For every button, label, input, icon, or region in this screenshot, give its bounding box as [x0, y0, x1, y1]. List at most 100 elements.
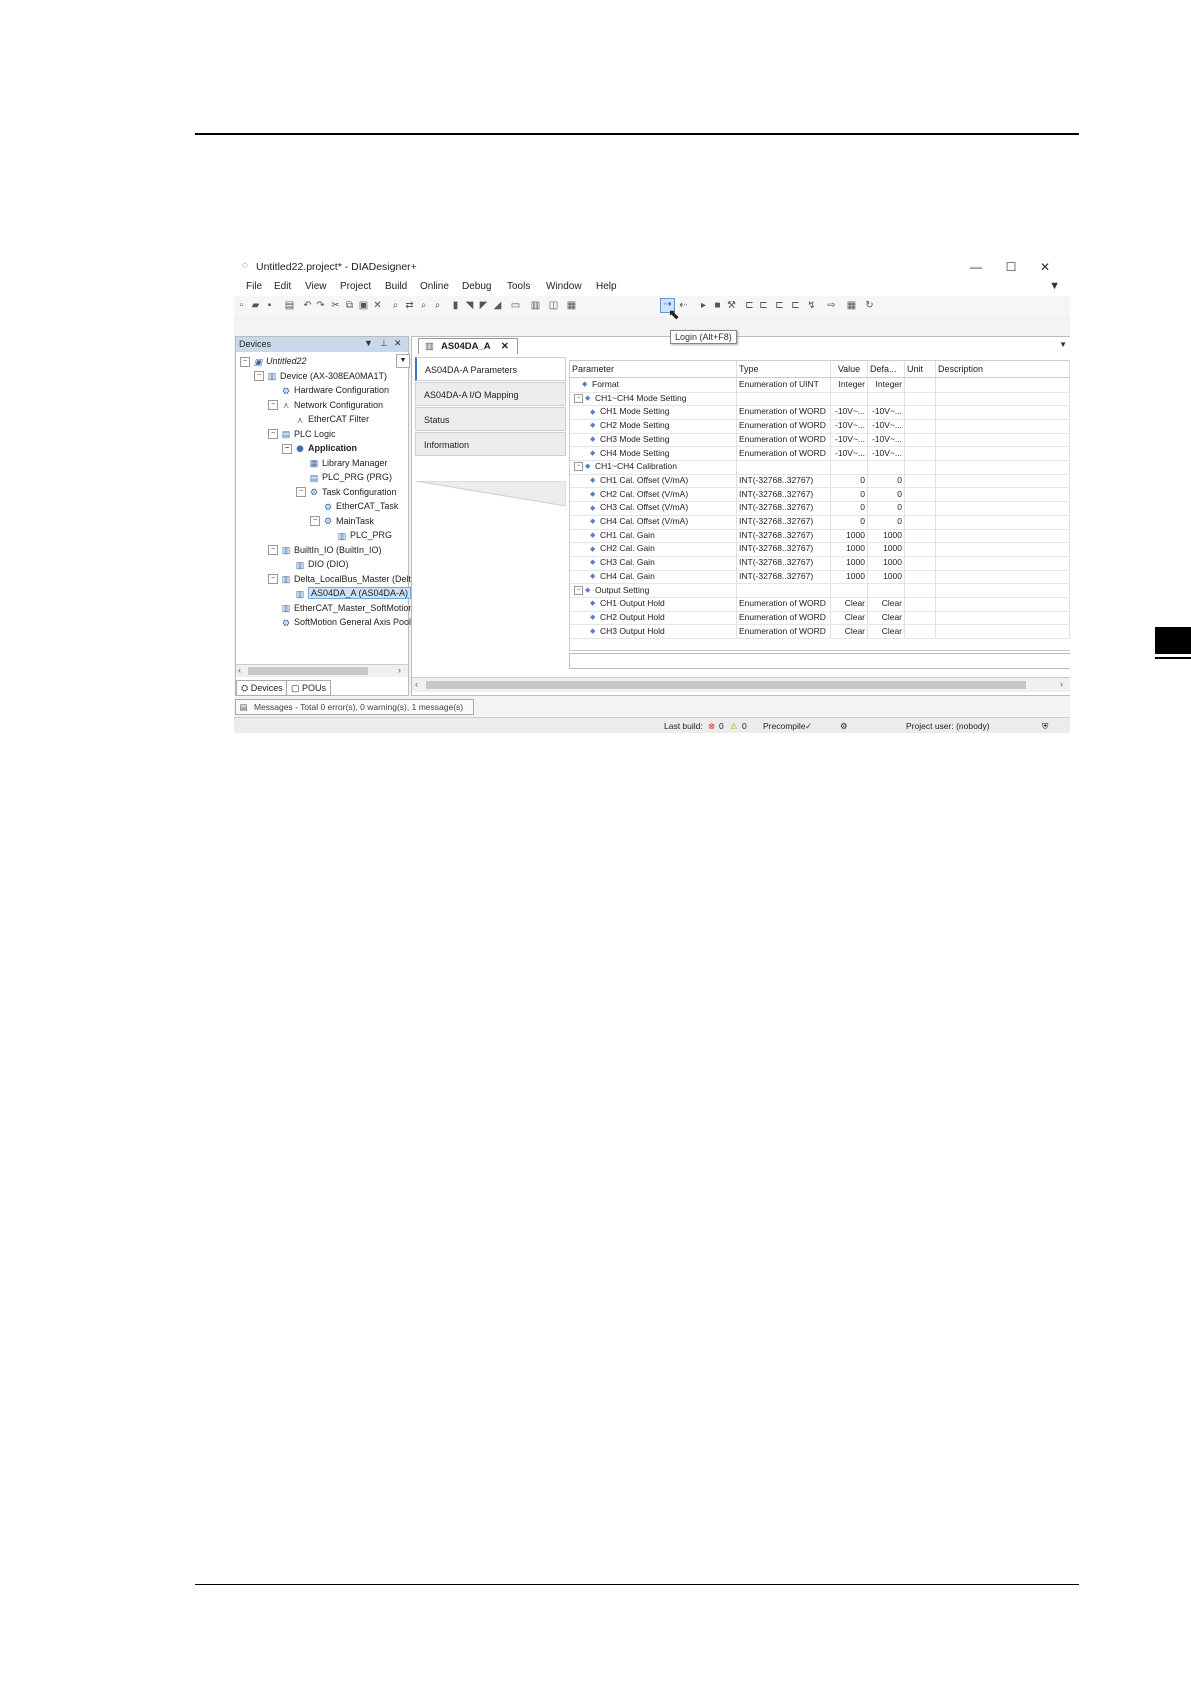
tab-close-icon[interactable]: ✕ — [501, 341, 509, 352]
find-next-icon[interactable]: ⌕ — [418, 300, 429, 311]
step-out-icon[interactable]: ⊏ — [790, 300, 801, 311]
panel-close-icon[interactable]: ✕ — [394, 338, 402, 349]
maximize-button[interactable]: ☐ — [996, 258, 1026, 276]
print-icon[interactable]: ▤ — [284, 300, 295, 311]
parameter-row[interactable]: ◆ CH4 Mode Setting Enumeration of WORD -10V… — [570, 446, 1070, 461]
parameter-group-row[interactable]: − ◆ CH1~CH4 Mode Setting — [570, 391, 1070, 407]
tree-node[interactable]: ▥ PLC_PRG — [324, 528, 392, 542]
security-icon[interactable]: ⛨ — [1042, 718, 1048, 733]
tree-node[interactable]: − ▥ Device (AX-308EA0MA1T) — [254, 369, 387, 383]
parameter-row[interactable]: ◆ CH3 Output Hold Enumeration of WORD Clear… — [570, 624, 1070, 640]
editor-horizontal-scrollbar[interactable]: ‹ › — [412, 677, 1070, 692]
parameter-row[interactable]: ◆ CH2 Output Hold Enumeration of WORD Clear… — [570, 610, 1070, 626]
subtab-io-mapping[interactable]: AS04DA-A I/O Mapping — [415, 382, 566, 406]
cut-icon[interactable]: ✂ — [330, 300, 341, 311]
bookmark-clear-icon[interactable]: ◢ — [492, 300, 503, 311]
scroll-thumb[interactable] — [248, 667, 368, 675]
delete-icon[interactable]: ✕ — [372, 300, 383, 311]
tree-node[interactable]: − ✺ Application — [282, 441, 357, 455]
tree-collapse-icon[interactable]: − — [296, 487, 306, 498]
paste-icon[interactable]: ▣ — [358, 300, 369, 311]
panel-dropdown-icon[interactable]: ▼ — [364, 338, 373, 348]
tree-node[interactable]: ⚙ EtherCAT_Task — [310, 499, 398, 513]
minimize-button[interactable]: — — [961, 258, 991, 276]
scroll-left-icon[interactable]: ‹ — [238, 665, 241, 675]
tree-collapse-icon[interactable]: − — [282, 443, 292, 454]
close-button[interactable]: ✕ — [1030, 258, 1060, 276]
group-collapse-icon[interactable]: − — [574, 462, 583, 472]
parameter-group-row[interactable]: − ◆ CH1~CH4 Calibration — [570, 460, 1070, 475]
copy-icon[interactable]: ⧉ — [344, 300, 355, 311]
parameter-row[interactable]: ◆ Format Enumeration of UINT Integer Integer — [570, 378, 1070, 393]
undo-icon[interactable]: ↶ — [302, 300, 313, 311]
menu-debug[interactable]: Debug — [462, 281, 491, 292]
run-icon[interactable]: ▸ — [698, 300, 709, 311]
parameter-row[interactable]: ◆ CH4 Cal. Gain INT(-32768..32767) 1000 1000 — [570, 569, 1070, 585]
tree-collapse-icon[interactable]: − — [240, 356, 250, 367]
editor-tabs-dropdown-icon[interactable]: ▼ — [1059, 340, 1067, 349]
subtab-status[interactable]: Status — [415, 407, 566, 431]
tree-node[interactable]: ▥ DIO (DIO) — [282, 557, 349, 571]
column-header-unit[interactable]: Unit — [905, 361, 936, 377]
column-header-value[interactable]: Value — [831, 361, 868, 377]
tab-devices[interactable]: ⛭ Devices — [236, 680, 288, 696]
find-icon[interactable]: ⌕ — [390, 300, 401, 311]
menu-window[interactable]: Window — [546, 281, 582, 292]
replace-icon[interactable]: ⇄ — [404, 300, 415, 311]
menu-build[interactable]: Build — [385, 281, 407, 292]
parameter-row[interactable]: ◆ CH1 Output Hold Enumeration of WORD Clear… — [570, 597, 1070, 612]
refresh-icon[interactable]: ↻ — [864, 300, 875, 311]
tree-node[interactable]: ▤ PLC_PRG (PRG) — [296, 470, 392, 484]
menu-online[interactable]: Online — [420, 281, 449, 292]
tree-node[interactable]: − ⚙ MainTask — [310, 514, 374, 528]
save-icon[interactable]: ▪ — [264, 300, 275, 311]
add-object-icon[interactable]: ◫ — [548, 300, 559, 311]
new-project-icon[interactable]: ▫ — [236, 300, 247, 311]
parameter-row[interactable]: ◆ CH2 Cal. Gain INT(-32768..32767) 1000 1000 — [570, 542, 1070, 557]
tree-node[interactable]: − ⋏ Network Configuration — [268, 398, 383, 412]
scroll-right-icon[interactable]: › — [398, 665, 401, 675]
editor-scroll-thumb[interactable] — [426, 681, 1026, 689]
tree-collapse-icon[interactable]: − — [268, 574, 278, 585]
build-icon[interactable]: ▥ — [530, 300, 541, 311]
parameter-row[interactable]: ◆ CH3 Mode Setting Enumeration of WORD -10V… — [570, 432, 1070, 448]
parameter-row[interactable]: ◆ CH4 Cal. Offset (V/mA) INT(-32768..32767… — [570, 515, 1070, 530]
menu-view[interactable]: View — [305, 281, 327, 292]
tree-collapse-icon[interactable]: − — [310, 516, 320, 527]
subtab-information[interactable]: Information — [415, 432, 566, 456]
tree-node[interactable]: ▦ Library Manager — [296, 456, 388, 470]
editor-scroll-left-icon[interactable]: ‹ — [415, 679, 418, 689]
tree-dropdown-icon[interactable]: ▼ — [396, 354, 410, 368]
menu-project[interactable]: Project — [340, 281, 371, 292]
bookmark-next-icon[interactable]: ◥ — [464, 300, 475, 311]
subtab-parameters[interactable]: AS04DA-A Parameters — [415, 357, 566, 381]
menu-tools[interactable]: Tools — [507, 281, 530, 292]
filter-icon[interactable]: ▼ — [1049, 280, 1060, 292]
bookmark-prev-icon[interactable]: ◤ — [478, 300, 489, 311]
redo-icon[interactable]: ↷ — [315, 300, 326, 311]
column-header-default[interactable]: Defa... — [868, 361, 905, 377]
parameter-row[interactable]: ◆ CH2 Cal. Offset (V/mA) INT(-32768..32767… — [570, 487, 1070, 503]
parameter-row[interactable]: ◆ CH1 Mode Setting Enumeration of WORD -10V… — [570, 405, 1070, 420]
open-project-icon[interactable]: ▰ — [250, 300, 261, 311]
device-icon[interactable]: ▦ — [566, 300, 577, 311]
bookmark-icon[interactable]: ▮ — [450, 300, 461, 311]
column-header-description[interactable]: Description — [936, 361, 1070, 377]
tree-collapse-icon[interactable]: − — [268, 429, 278, 440]
monitor-icon[interactable]: ▦ — [846, 300, 857, 311]
parameter-row[interactable]: ◆ CH1 Cal. Offset (V/mA) INT(-32768..32767… — [570, 473, 1070, 489]
column-header-parameter[interactable]: Parameter — [570, 361, 737, 377]
parameter-row[interactable]: ◆ CH3 Cal. Gain INT(-32768..32767) 1000 1000 — [570, 556, 1070, 571]
tree-collapse-icon[interactable]: − — [268, 400, 278, 411]
menu-file[interactable]: File — [246, 281, 262, 292]
tree-collapse-icon[interactable]: − — [254, 371, 264, 382]
find-prev-icon[interactable]: ⌕ — [432, 300, 443, 311]
tree-node[interactable]: − ▥ BuiltIn_IO (BuiltIn_IO) — [268, 543, 382, 557]
parameter-row[interactable]: ◆ CH3 Cal. Offset (V/mA) INT(-32768..32767… — [570, 501, 1070, 516]
settings-icon[interactable]: ⚒ — [726, 300, 737, 311]
parameter-row[interactable]: ◆ CH2 Mode Setting Enumeration of WORD -10V… — [570, 419, 1070, 434]
menu-edit[interactable]: Edit — [274, 281, 291, 292]
group-collapse-icon[interactable]: − — [574, 393, 583, 403]
tab-pous[interactable]: ▢ POUs — [286, 680, 332, 696]
stop-icon[interactable]: ■ — [712, 300, 723, 311]
